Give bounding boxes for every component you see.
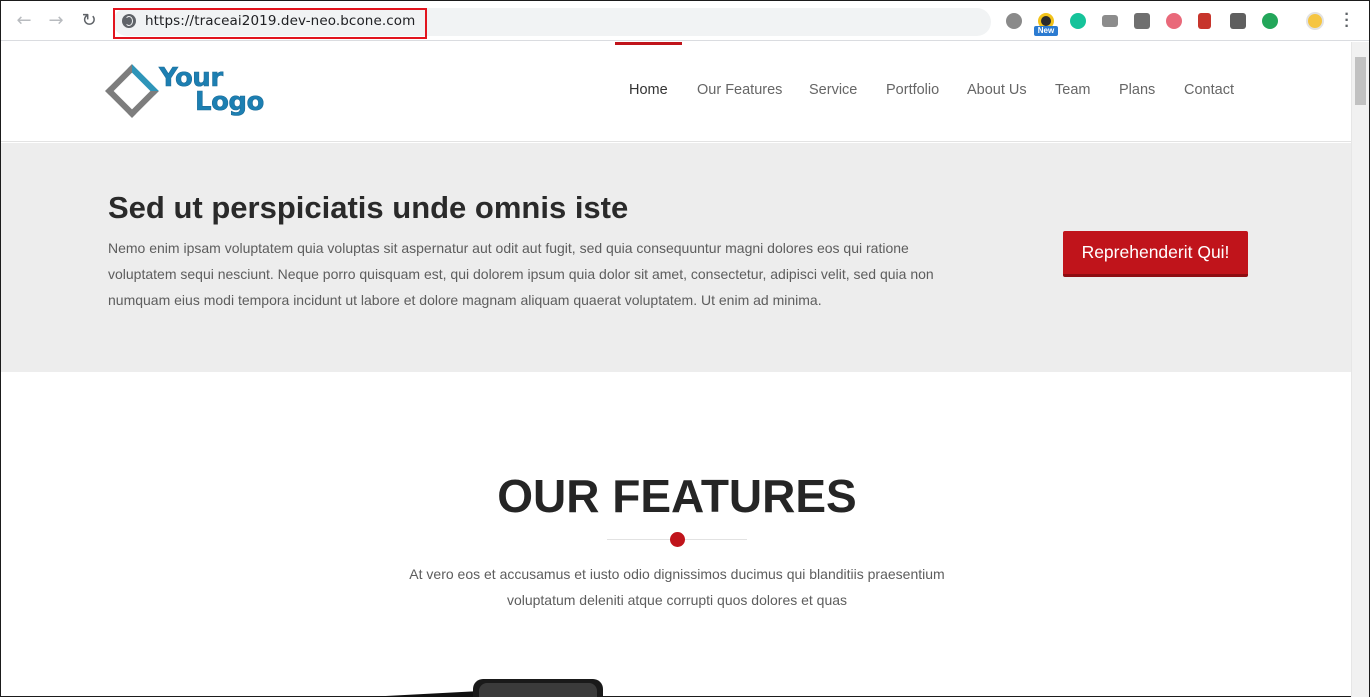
nav-our-features[interactable]: Our Features xyxy=(697,82,782,98)
url-highlight-box xyxy=(113,8,427,39)
forward-arrow-icon[interactable]: → xyxy=(46,11,66,31)
red-book-icon[interactable] xyxy=(1198,13,1211,29)
profile-avatar-icon[interactable] xyxy=(1306,12,1324,30)
site-header: Your Logo Home Our Features Service Port… xyxy=(1,42,1351,142)
nav-contact[interactable]: Contact xyxy=(1184,82,1234,98)
checkmark-icon[interactable] xyxy=(1262,13,1278,29)
browser-menu-icon[interactable]: · · · xyxy=(1343,7,1351,35)
nav-home[interactable]: Home xyxy=(629,82,668,98)
reprehenderit-button[interactable]: Reprehenderit Qui! xyxy=(1063,231,1248,277)
lock-ear-icon[interactable] xyxy=(1006,13,1022,29)
camera-icon[interactable] xyxy=(1102,15,1118,27)
device-image xyxy=(361,679,606,697)
new-badge: New xyxy=(1034,26,1058,36)
logo[interactable]: Your Logo xyxy=(105,64,273,122)
hero-section: Sed ut perspiciatis unde omnis iste Nemo… xyxy=(1,143,1351,372)
logo-diamond-icon xyxy=(105,64,159,118)
hero-body: Nemo enim ipsam voluptatem quia voluptas… xyxy=(108,240,934,308)
active-nav-indicator xyxy=(615,42,682,45)
features-description: At vero eos et accusamus et iusto odio d… xyxy=(409,566,945,608)
divider-dot xyxy=(670,532,685,547)
cookie-icon[interactable] xyxy=(1166,13,1182,29)
nav-plans[interactable]: Plans xyxy=(1119,82,1155,98)
nav-portfolio[interactable]: Portfolio xyxy=(886,82,939,98)
nav-about-us[interactable]: About Us xyxy=(967,82,1027,98)
back-arrow-icon[interactable]: ← xyxy=(14,11,34,31)
hero-title: Sed ut perspiciatis unde omnis iste xyxy=(108,190,629,225)
nav-service[interactable]: Service xyxy=(809,82,857,98)
m-icon[interactable] xyxy=(1230,13,1246,29)
pin-icon[interactable] xyxy=(1134,13,1150,29)
reload-icon[interactable]: ↻ xyxy=(79,11,99,31)
scrollbar-thumb[interactable] xyxy=(1355,57,1366,105)
browser-toolbar: ← → ↻ https://traceai2019.dev-neo.bcone.… xyxy=(1,1,1369,41)
logo-text-logo: Logo xyxy=(195,87,265,117)
grammarly-icon[interactable] xyxy=(1070,13,1086,29)
page-scrollbar[interactable] xyxy=(1351,42,1369,697)
nav-team[interactable]: Team xyxy=(1055,82,1090,98)
features-title: OUR FEATURES xyxy=(497,470,857,522)
